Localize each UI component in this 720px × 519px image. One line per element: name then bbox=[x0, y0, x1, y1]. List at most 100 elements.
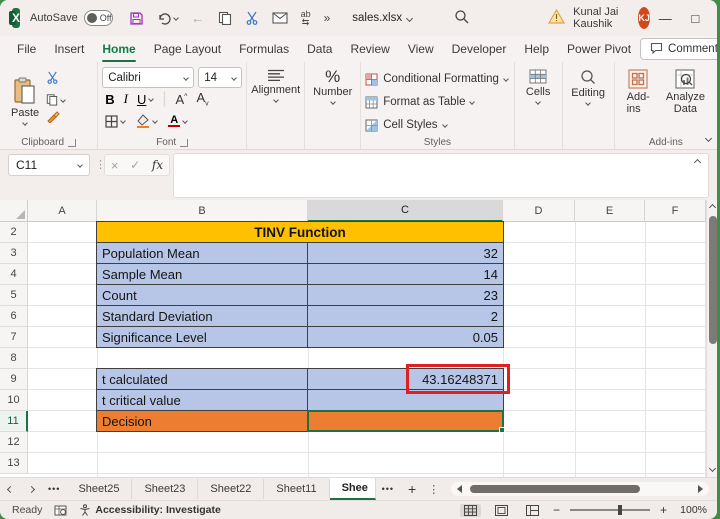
sheet-tab-active[interactable]: Shee bbox=[329, 478, 376, 500]
hscroll-left-icon[interactable] bbox=[457, 485, 462, 493]
tab-view[interactable]: View bbox=[399, 38, 443, 60]
new-sheet-button[interactable]: + bbox=[400, 481, 424, 497]
document-title[interactable]: sales.xlsx bbox=[352, 12, 414, 24]
select-all-corner[interactable] bbox=[0, 200, 28, 222]
cell-c3[interactable]: 32 bbox=[307, 242, 504, 264]
clipboard-dialog-launcher-icon[interactable] bbox=[68, 138, 77, 147]
row-header-6[interactable]: 6 bbox=[0, 306, 28, 327]
cell-b11[interactable]: Decision bbox=[96, 410, 308, 432]
row-header-7[interactable]: 7 bbox=[0, 327, 28, 348]
row-header-9[interactable]: 9 bbox=[0, 369, 28, 390]
sheet-tab-sheet11[interactable]: Sheet11 bbox=[264, 479, 330, 499]
paste-dropdown-icon[interactable] bbox=[22, 120, 28, 126]
excel-app-icon[interactable]: X bbox=[8, 8, 21, 28]
row-header-8[interactable]: 8 bbox=[0, 348, 28, 369]
cell-b4[interactable]: Sample Mean bbox=[96, 263, 308, 285]
fill-handle[interactable] bbox=[499, 427, 505, 433]
cut-icon[interactable] bbox=[245, 11, 259, 25]
column-header-f[interactable]: F bbox=[645, 200, 706, 222]
normal-view-button[interactable] bbox=[459, 503, 481, 517]
column-header-a[interactable]: A bbox=[28, 200, 97, 222]
sheet-nav-right-icon[interactable] bbox=[21, 485, 42, 493]
collapse-formula-bar-icon[interactable] bbox=[693, 158, 702, 167]
grow-font-button[interactable]: A^ bbox=[176, 92, 188, 107]
cell-b2-title[interactable]: TINV Function bbox=[96, 221, 504, 243]
sheet-more-right-icon[interactable]: ••• bbox=[376, 484, 400, 494]
cut-button[interactable] bbox=[46, 71, 65, 89]
autosave-toggle[interactable]: Off bbox=[83, 10, 113, 26]
page-layout-view-button[interactable] bbox=[491, 504, 512, 517]
row-header-4[interactable]: 4 bbox=[0, 264, 28, 285]
qat-overflow-icon[interactable]: » bbox=[324, 11, 331, 25]
user-name[interactable]: Kunal Jai Kaushik bbox=[573, 6, 622, 30]
formula-input[interactable] bbox=[173, 153, 709, 198]
email-icon[interactable] bbox=[272, 12, 288, 24]
tab-file[interactable]: File bbox=[8, 38, 45, 60]
horizontal-scrollbar[interactable] bbox=[451, 482, 709, 496]
zoom-in-button[interactable]: + bbox=[660, 503, 667, 517]
minimize-button[interactable]: — bbox=[650, 0, 680, 36]
column-header-b[interactable]: B bbox=[97, 200, 308, 222]
warning-icon[interactable] bbox=[548, 8, 566, 27]
maximize-button[interactable]: □ bbox=[680, 0, 710, 36]
underline-button[interactable]: U bbox=[137, 92, 155, 107]
cells-button[interactable]: Cells bbox=[518, 67, 558, 135]
bold-button[interactable]: B bbox=[105, 92, 114, 107]
zoom-slider[interactable] bbox=[569, 505, 650, 515]
find-replace-icon[interactable]: ab ⇆ bbox=[301, 10, 311, 27]
shrink-font-button[interactable]: Av bbox=[196, 90, 208, 108]
format-as-table-button[interactable]: Format as Table bbox=[365, 92, 509, 112]
row-header-3[interactable]: 3 bbox=[0, 243, 28, 264]
cell-styles-button[interactable]: Cell Styles bbox=[365, 115, 509, 135]
tab-developer[interactable]: Developer bbox=[443, 38, 516, 60]
analyze-data-button[interactable]: Analyze Data bbox=[658, 67, 713, 135]
sheet-menu-icon[interactable]: ⋮ bbox=[424, 483, 443, 496]
tab-page-layout[interactable]: Page Layout bbox=[145, 38, 230, 60]
selected-cell-outline[interactable] bbox=[307, 410, 505, 433]
cell-c6[interactable]: 2 bbox=[307, 305, 504, 327]
cell-b3[interactable]: Population Mean bbox=[96, 242, 308, 264]
cell-b7[interactable]: Significance Level bbox=[96, 326, 308, 348]
fill-color-button[interactable] bbox=[136, 114, 159, 128]
tab-insert[interactable]: Insert bbox=[45, 38, 93, 60]
tab-formulas[interactable]: Formulas bbox=[230, 38, 298, 60]
sheet-nav-left-icon[interactable] bbox=[0, 485, 21, 493]
insert-function-icon[interactable]: fx bbox=[152, 158, 163, 172]
horizontal-scroll-thumb[interactable] bbox=[470, 485, 640, 493]
row-header-11[interactable]: 11 bbox=[0, 411, 28, 432]
undo-button[interactable] bbox=[157, 12, 179, 25]
zoom-slider-thumb[interactable] bbox=[617, 505, 622, 515]
tab-help[interactable]: Help bbox=[515, 38, 558, 60]
italic-button[interactable]: I bbox=[124, 91, 128, 107]
font-size-select[interactable]: 14 bbox=[198, 67, 243, 88]
vertical-scroll-thumb[interactable] bbox=[709, 216, 717, 344]
cell-b5[interactable]: Count bbox=[96, 284, 308, 306]
column-header-c[interactable]: C bbox=[308, 200, 503, 222]
conditional-formatting-button[interactable]: Conditional Formatting bbox=[365, 69, 509, 89]
cell-c5[interactable]: 23 bbox=[307, 284, 504, 306]
hscroll-right-icon[interactable] bbox=[698, 485, 703, 493]
scroll-down-icon[interactable] bbox=[708, 464, 717, 473]
zoom-out-button[interactable]: − bbox=[553, 503, 560, 517]
row-header-12[interactable]: 12 bbox=[0, 432, 28, 453]
cancel-formula-icon[interactable]: × bbox=[111, 158, 119, 173]
name-box[interactable]: C11 bbox=[8, 154, 90, 176]
cell-b10[interactable]: t critical value bbox=[96, 389, 308, 411]
copy-button[interactable] bbox=[46, 93, 66, 106]
font-name-select[interactable]: Calibri bbox=[102, 67, 195, 88]
column-header-e[interactable]: E bbox=[575, 200, 645, 222]
user-avatar[interactable]: KJ bbox=[637, 7, 651, 29]
cell-b6[interactable]: Standard Deviation bbox=[96, 305, 308, 327]
editing-button[interactable]: Editing bbox=[563, 67, 613, 135]
undo-dropdown-icon[interactable] bbox=[172, 15, 179, 21]
alignment-button[interactable]: Alignment bbox=[243, 67, 308, 135]
row-header-10[interactable]: 10 bbox=[0, 390, 28, 411]
accessibility-status[interactable]: Accessibility: Investigate bbox=[79, 504, 221, 516]
comments-button[interactable]: Comments bbox=[640, 38, 717, 60]
tab-data[interactable]: Data bbox=[298, 38, 341, 60]
cell-c7[interactable]: 0.05 bbox=[307, 326, 504, 348]
macro-record-icon[interactable] bbox=[54, 505, 67, 516]
row-header-13[interactable]: 13 bbox=[0, 453, 28, 474]
sheet-more-left-icon[interactable]: ••• bbox=[42, 484, 66, 494]
enter-formula-icon[interactable]: ✓ bbox=[130, 158, 140, 172]
